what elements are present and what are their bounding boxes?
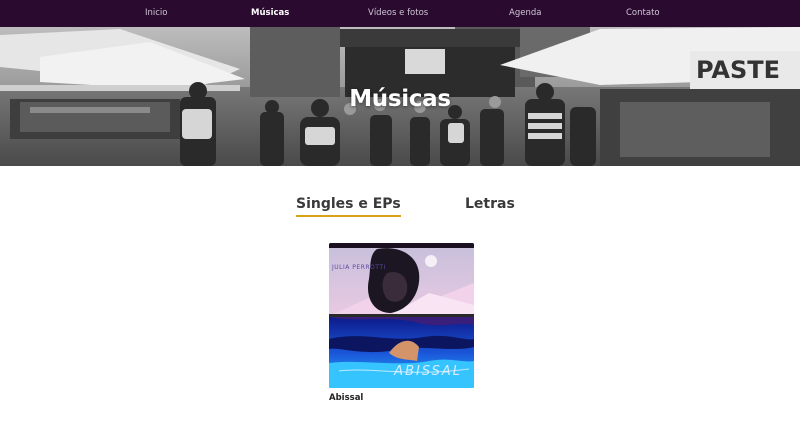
cover-title-text: ABISSAL (394, 364, 462, 379)
album-cover-image[interactable]: JULIA PERROTTI ABISSAL (329, 243, 474, 388)
nav-item-videos-e-fotos[interactable]: Vídeos e fotos (368, 8, 428, 18)
nav-item-agenda[interactable]: Agenda (509, 8, 541, 18)
tab-letras[interactable]: Letras (465, 196, 515, 215)
hero-banner: PASTE Músicas (0, 27, 800, 166)
top-navigation: Inicio Músicas Vídeos e fotos Agenda Con… (0, 0, 800, 27)
tab-singles-e-eps[interactable]: Singles e EPs (296, 196, 401, 217)
release-card-abissal[interactable]: JULIA PERROTTI ABISSAL Abissal (329, 243, 474, 403)
content-tabs: Singles e EPs Letras (0, 196, 800, 220)
nav-item-contato[interactable]: Contato (626, 8, 660, 18)
hero-sign-text: PASTE (696, 56, 780, 84)
release-title[interactable]: Abissal (329, 393, 474, 403)
nav-item-musicas[interactable]: Músicas (251, 8, 289, 18)
cover-artist-text: JULIA PERROTTI (332, 264, 386, 271)
page-title: Músicas (349, 86, 451, 112)
nav-item-inicio[interactable]: Inicio (145, 8, 168, 18)
